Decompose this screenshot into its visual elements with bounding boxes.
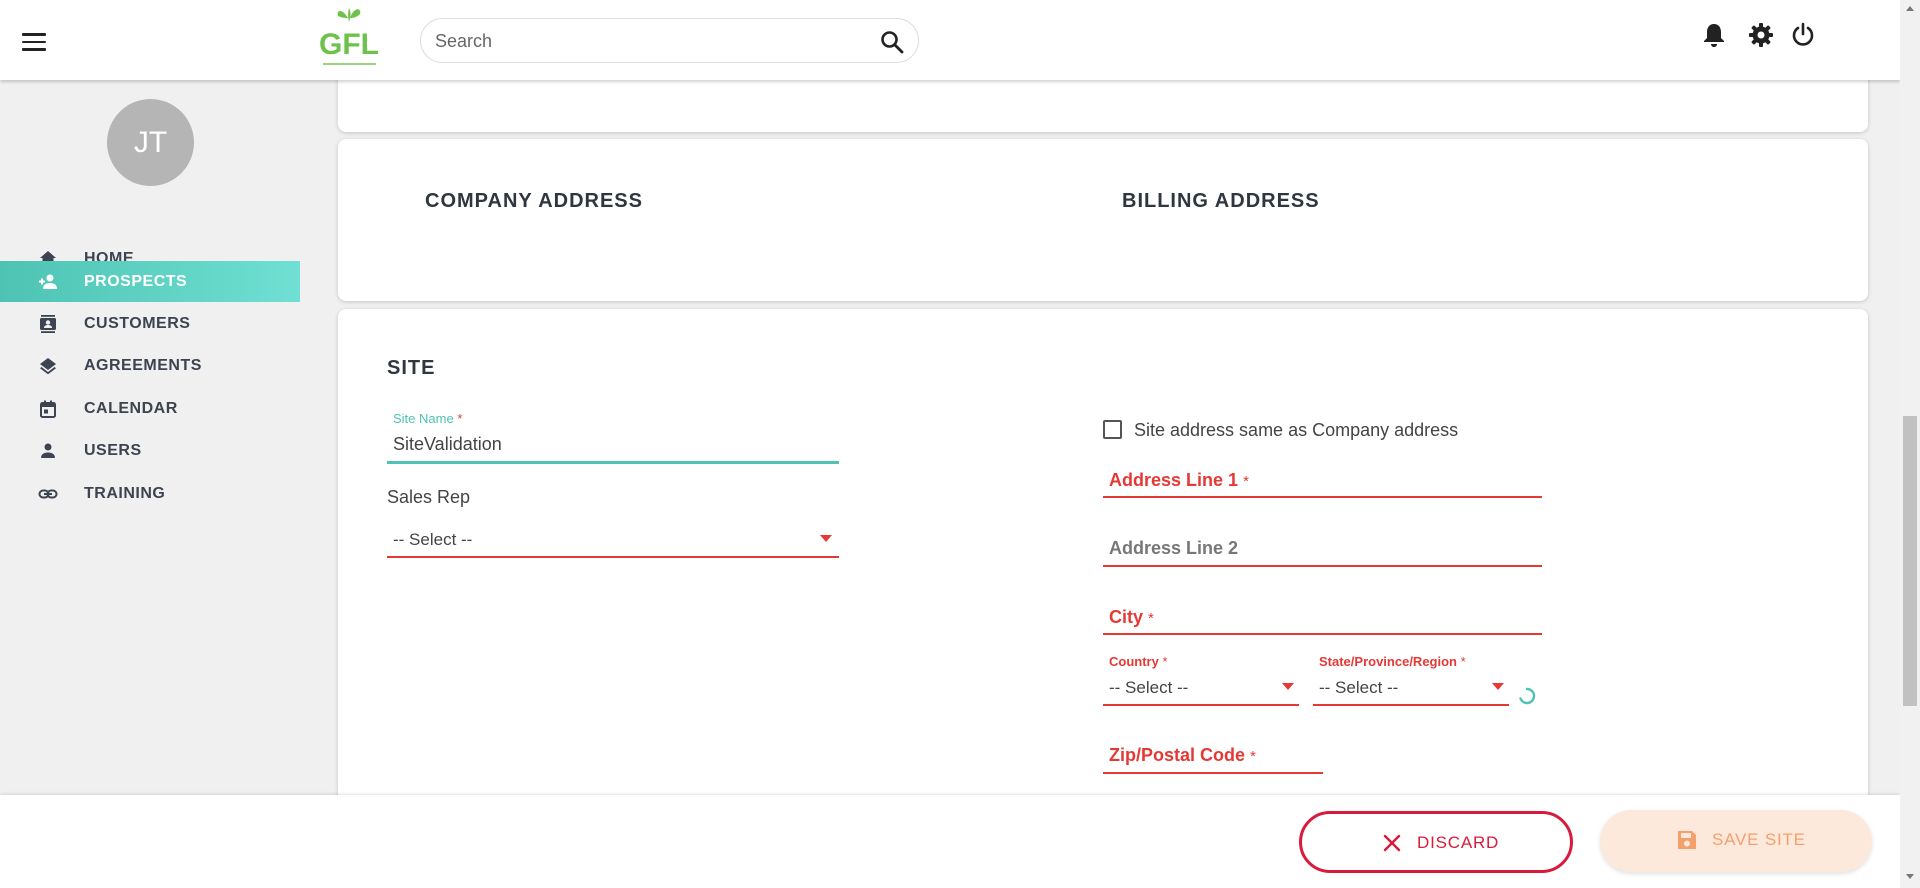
search-bar	[420, 18, 919, 63]
action-bar: DISCARD SAVE SITE	[0, 795, 1900, 888]
save-site-button[interactable]: SAVE SITE	[1600, 810, 1872, 872]
sidebar-item-users[interactable]: USERS	[0, 430, 300, 470]
site-name-underline	[387, 461, 839, 464]
address-line1-underline	[1103, 496, 1542, 498]
country-value: -- Select --	[1109, 678, 1189, 697]
search-input[interactable]	[435, 29, 855, 53]
sidebar-item-prospects[interactable]: PROSPECTS	[0, 261, 300, 302]
billing-address-title: BILLING ADDRESS	[1122, 190, 1320, 212]
zip-underline	[1103, 772, 1323, 774]
address-line2-underline	[1103, 565, 1542, 567]
scroll-up-icon[interactable]	[1906, 6, 1914, 11]
page-scrollbar[interactable]	[1900, 0, 1920, 888]
sales-rep-label: Sales Rep	[387, 487, 471, 507]
sidebar-item-training[interactable]: TRAINING	[0, 473, 300, 513]
sidebar-item-label: AGREEMENTS	[84, 357, 202, 374]
site-name-label: Site Name *	[393, 411, 463, 426]
top-bar: GFL	[0, 0, 1900, 80]
chevron-down-icon	[1492, 683, 1504, 690]
person-icon	[41, 443, 55, 458]
sidebar-item-label: CALENDAR	[84, 400, 178, 417]
scroll-thumb[interactable]	[1903, 416, 1917, 706]
gfl-logo[interactable]: GFL	[318, 4, 388, 70]
power-icon[interactable]	[1789, 21, 1817, 49]
calendar-icon	[40, 400, 56, 418]
scroll-down-icon[interactable]	[1906, 874, 1914, 879]
menu-icon[interactable]	[22, 33, 46, 51]
state-underline	[1313, 704, 1509, 706]
sidebar-item-label: USERS	[84, 442, 142, 459]
zip-label: Zip/Postal Code *	[1109, 745, 1256, 765]
address-line2-label: Address Line 2	[1109, 538, 1239, 558]
chevron-down-icon	[1282, 683, 1294, 690]
logo-text: GFL	[319, 28, 379, 61]
state-value: -- Select --	[1319, 678, 1399, 697]
search-icon[interactable]	[879, 29, 905, 55]
sidebar-item-label: PROSPECTS	[84, 273, 188, 290]
company-address-title: COMPANY ADDRESS	[425, 190, 643, 212]
same-address-label[interactable]: Site address same as Company address	[1134, 420, 1458, 441]
avatar[interactable]: JT	[107, 99, 194, 186]
discard-button[interactable]: DISCARD	[1299, 811, 1573, 873]
sales-rep-value: -- Select --	[393, 530, 473, 549]
address-line1-label: Address Line 1 *	[1109, 470, 1249, 490]
chevron-down-icon	[820, 535, 832, 542]
same-address-checkbox[interactable]	[1103, 420, 1122, 439]
save-site-label: SAVE SITE	[1712, 830, 1806, 849]
gear-icon[interactable]	[1747, 21, 1775, 49]
layers-icon	[40, 358, 56, 375]
sidebar-item-agreements[interactable]: AGREEMENTS	[0, 345, 300, 385]
sidebar: JT HOME PROSPECTS CUSTOMERS AGREEMENTS C…	[0, 80, 300, 888]
state-label: State/Province/Region *	[1319, 654, 1466, 669]
sidebar-item-label: CUSTOMERS	[84, 315, 191, 332]
city-label: City *	[1109, 607, 1154, 627]
link-icon	[38, 489, 58, 499]
contacts-icon	[40, 315, 56, 333]
address-card: COMPANY ADDRESS BILLING ADDRESS	[338, 139, 1868, 301]
sidebar-item-customers[interactable]: CUSTOMERS	[0, 303, 300, 343]
sales-rep-underline	[387, 556, 839, 558]
discard-label: DISCARD	[1417, 833, 1500, 852]
site-title: SITE	[387, 357, 436, 379]
bell-icon[interactable]	[1700, 21, 1728, 49]
loading-spinner-icon	[1519, 687, 1536, 705]
country-underline	[1103, 704, 1299, 706]
close-icon	[1383, 834, 1401, 852]
sidebar-item-calendar[interactable]: CALENDAR	[0, 388, 300, 428]
site-name-input[interactable]: SiteValidation	[393, 434, 502, 455]
country-label: Country *	[1109, 654, 1168, 669]
city-underline	[1103, 633, 1542, 635]
save-icon	[1678, 831, 1696, 849]
sidebar-item-label: TRAINING	[84, 485, 166, 502]
person-add-icon	[39, 274, 57, 289]
